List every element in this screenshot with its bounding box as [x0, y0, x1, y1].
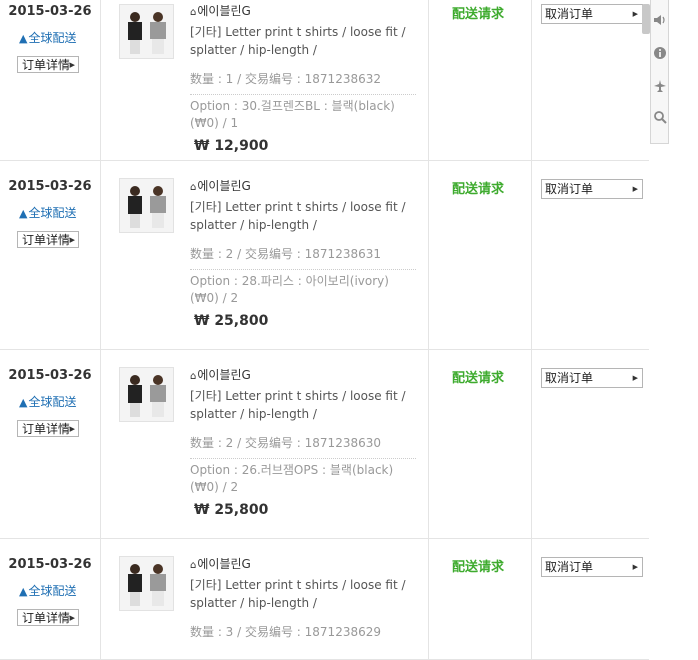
caret-right-icon: ▶: [69, 425, 75, 433]
order-date: 2015-03-26: [8, 368, 92, 383]
order-date: 2015-03-26: [8, 557, 92, 572]
up-arrow-icon: ▲: [19, 396, 28, 409]
order-price: ₩ 25,800: [194, 502, 269, 518]
order-status: 配送请求: [452, 560, 505, 575]
speaker-icon[interactable]: [653, 13, 667, 27]
caret-right-icon: ▶: [69, 236, 75, 244]
order-date: 2015-03-26: [8, 179, 92, 194]
status-cell: 配送请求: [429, 0, 532, 160]
quantity-and-transaction: 数量 : 2 / 交易编号 : 1871238630: [190, 434, 416, 459]
cancel-order-button[interactable]: 取消订单 ▶: [541, 4, 643, 24]
quantity-and-transaction: 数量 : 3 / 交易编号 : 1871238629: [190, 625, 381, 639]
order-price: ₩ 12,900: [194, 138, 269, 154]
product-cell: ⌂에이블린G [기타] Letter print t shirts / loos…: [101, 0, 429, 160]
home-icon: ⌂: [190, 371, 197, 382]
up-arrow-icon: ▲: [19, 585, 28, 598]
order-row: 2015-03-26 ▲全球配送 订单详情 ▶ ⌂에이블린G [기타] Lette…: [0, 350, 649, 539]
order-status: 配送请求: [452, 182, 505, 197]
order-detail-button[interactable]: 订单详情 ▶: [17, 231, 79, 248]
seller-name[interactable]: ⌂에이블린G: [190, 555, 251, 572]
action-cell: 取消订单 ▶: [532, 161, 649, 349]
cancel-order-button[interactable]: 取消订单 ▶: [541, 368, 643, 388]
info-icon[interactable]: [653, 46, 667, 60]
product-title[interactable]: [기타] Letter print t shirts / loose fit /…: [190, 198, 416, 234]
order-price: ₩ 25,800: [194, 313, 269, 329]
status-cell: 配送请求: [429, 161, 532, 349]
global-shipping-link[interactable]: ▲全球配送: [19, 204, 76, 221]
order-status: 配送请求: [452, 371, 505, 386]
status-cell: 配送请求: [429, 350, 532, 538]
order-detail-button[interactable]: 订单详情 ▶: [17, 609, 79, 626]
product-thumbnail[interactable]: [119, 4, 174, 59]
status-cell: 配送请求: [429, 539, 532, 659]
date-cell: 2015-03-26 ▲全球配送 订单详情 ▶: [0, 350, 101, 538]
caret-right-icon: ▶: [632, 374, 638, 382]
caret-right-icon: ▶: [632, 10, 638, 18]
product-cell: ⌂에이블린G [기타] Letter print t shirts / loos…: [101, 161, 429, 349]
order-detail-button[interactable]: 订单详情 ▶: [17, 420, 79, 437]
home-icon: ⌂: [190, 560, 197, 571]
order-row: 2015-03-26 ▲全球配送 订单详情 ▶ ⌂에이블린G [기타] Lette…: [0, 161, 649, 350]
product-title[interactable]: [기타] Letter print t shirts / loose fit /…: [190, 23, 416, 59]
quantity-and-transaction: 数量 : 2 / 交易编号 : 1871238631: [190, 245, 416, 270]
order-detail-button[interactable]: 订单详情 ▶: [17, 56, 79, 73]
product-title[interactable]: [기타] Letter print t shirts / loose fit /…: [190, 387, 416, 423]
scrollbar-thumb[interactable]: [642, 4, 650, 34]
product-cell: ⌂에이블린G [기타] Letter print t shirts / loos…: [101, 350, 429, 538]
date-cell: 2015-03-26 ▲全球配送 订单详情 ▶: [0, 161, 101, 349]
product-thumbnail[interactable]: [119, 367, 174, 422]
date-cell: 2015-03-26 ▲全球配送 订单详情 ▶: [0, 539, 101, 659]
action-cell: 取消订单 ▶: [532, 0, 649, 160]
caret-right-icon: ▶: [632, 185, 638, 193]
caret-right-icon: ▶: [69, 61, 75, 69]
seller-name[interactable]: ⌂에이블린G: [190, 177, 251, 194]
seller-name[interactable]: ⌂에이블린G: [190, 2, 251, 19]
order-row: 2015-03-26 ▲全球配送 订单详情 ▶ ⌂에이블린G [기타] Lette…: [0, 539, 649, 660]
airplane-icon[interactable]: [653, 79, 667, 93]
product-option: Option : 30.걸프렌즈BL : 블랙(black) (₩0) / 1: [190, 99, 395, 130]
product-thumbnail[interactable]: [119, 556, 174, 611]
home-icon: ⌂: [190, 7, 197, 18]
action-cell: 取消订单 ▶: [532, 350, 649, 538]
order-list: 2015-03-26 ▲全球配送 订单详情 ▶ ⌂에이블린G [기타] Lette…: [0, 0, 649, 660]
global-shipping-link[interactable]: ▲全球配送: [19, 582, 76, 599]
quantity-and-transaction: 数量 : 1 / 交易编号 : 1871238632: [190, 70, 416, 95]
cancel-order-button[interactable]: 取消订单 ▶: [541, 557, 643, 577]
product-option: Option : 26.러브잼OPS : 블랙(black) (₩0) / 2: [190, 463, 394, 494]
order-status: 配送请求: [452, 7, 505, 22]
product-title[interactable]: [기타] Letter print t shirts / loose fit /…: [190, 576, 416, 612]
order-row: 2015-03-26 ▲全球配送 订单详情 ▶ ⌂에이블린G [기타] Lette…: [0, 0, 649, 161]
side-toolbar: [650, 0, 669, 144]
product-thumbnail[interactable]: [119, 178, 174, 233]
up-arrow-icon: ▲: [19, 32, 28, 45]
seller-name[interactable]: ⌂에이블린G: [190, 366, 251, 383]
up-arrow-icon: ▲: [19, 207, 28, 220]
product-cell: ⌂에이블린G [기타] Letter print t shirts / loos…: [101, 539, 429, 659]
global-shipping-link[interactable]: ▲全球配送: [19, 29, 76, 46]
home-icon: ⌂: [190, 182, 197, 193]
caret-right-icon: ▶: [632, 563, 638, 571]
date-cell: 2015-03-26 ▲全球配送 订单详情 ▶: [0, 0, 101, 160]
caret-right-icon: ▶: [69, 614, 75, 622]
product-option: Option : 28.파리스 : 아이보리(ivory) (₩0) / 2: [190, 274, 389, 305]
cancel-order-button[interactable]: 取消订单 ▶: [541, 179, 643, 199]
search-icon[interactable]: [653, 110, 667, 124]
action-cell: 取消订单 ▶: [532, 539, 649, 659]
global-shipping-link[interactable]: ▲全球配送: [19, 393, 76, 410]
order-date: 2015-03-26: [8, 4, 92, 19]
